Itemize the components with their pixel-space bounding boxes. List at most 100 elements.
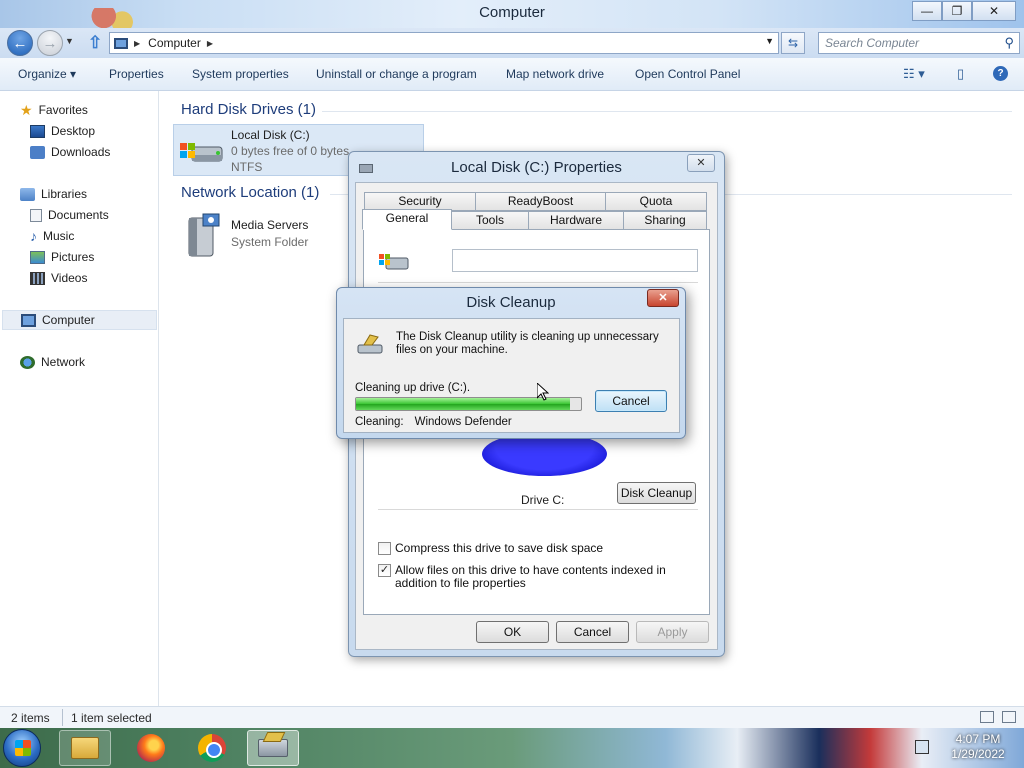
- disk-cleanup-icon: [357, 334, 383, 354]
- help-icon[interactable]: ?: [993, 66, 1008, 81]
- windows-logo-icon: [15, 740, 31, 756]
- ok-button[interactable]: OK: [476, 621, 549, 643]
- nav-libraries[interactable]: Libraries: [20, 184, 87, 204]
- nav-label: Network: [41, 355, 86, 369]
- compress-drive-option[interactable]: Compress this drive to save disk space: [378, 542, 698, 555]
- large-icons-view-icon[interactable]: [1002, 711, 1016, 723]
- cleanup-status-value: Windows Defender: [414, 416, 512, 428]
- system-clock[interactable]: 4:07 PM 1/29/2022: [938, 732, 1018, 762]
- tab-quota[interactable]: Quota: [605, 192, 707, 211]
- network-icon: [20, 355, 35, 369]
- index-files-option[interactable]: ✓ Allow files on this drive to have cont…: [378, 564, 698, 590]
- nav-desktop[interactable]: Desktop: [30, 121, 95, 141]
- arrow-right-icon: →: [42, 34, 58, 52]
- nav-network[interactable]: Network: [20, 352, 85, 372]
- nav-label: Videos: [51, 271, 88, 285]
- properties-close-button[interactable]: ✕: [687, 154, 715, 172]
- folder-icon: [71, 737, 99, 759]
- nav-videos[interactable]: Videos: [30, 268, 87, 288]
- nav-label: Favorites: [38, 103, 88, 117]
- system-properties-command[interactable]: System properties: [192, 67, 289, 81]
- status-bar: 2 items 1 item selected: [0, 706, 1024, 728]
- arrow-left-icon: ←: [12, 34, 28, 52]
- group-header-hard-disk-drives[interactable]: Hard Disk Drives (1): [181, 101, 316, 118]
- network-tray-icon[interactable]: [915, 740, 929, 754]
- breadcrumb-computer[interactable]: Computer: [148, 36, 201, 50]
- search-input[interactable]: Search Computer ⚲: [818, 32, 1020, 54]
- tab-hardware[interactable]: Hardware: [528, 211, 624, 230]
- command-bar: Organize ▾ Properties System properties …: [0, 58, 1024, 91]
- window-controls: — ❐ ✕: [912, 1, 1016, 21]
- computer-icon: [21, 313, 36, 327]
- disk-cleanup-button[interactable]: Disk Cleanup: [617, 482, 696, 504]
- nav-downloads[interactable]: Downloads: [30, 142, 110, 162]
- libraries-icon: [20, 187, 35, 201]
- maximize-button[interactable]: ❐: [942, 1, 972, 21]
- change-view-icon[interactable]: ☷ ▾: [903, 66, 925, 82]
- back-button[interactable]: ←: [7, 30, 33, 56]
- taskbar-explorer[interactable]: [59, 730, 111, 766]
- cleanup-cancel-button[interactable]: Cancel: [595, 390, 667, 412]
- breadcrumb-chevron-icon[interactable]: ▶: [207, 39, 213, 48]
- tab-sharing[interactable]: Sharing: [623, 211, 707, 230]
- desktop-icon: [30, 124, 45, 138]
- search-icon[interactable]: ⚲: [1004, 35, 1014, 51]
- window-title: Computer: [479, 4, 545, 21]
- breadcrumb-separator-icon[interactable]: ▶: [134, 39, 140, 48]
- hard-drive-icon: [379, 254, 409, 270]
- organize-menu[interactable]: Organize ▾: [18, 67, 76, 81]
- nav-label: Downloads: [51, 145, 111, 159]
- drive-name: Local Disk (C:): [231, 128, 310, 142]
- recent-pages-dropdown[interactable]: ▼: [65, 36, 74, 46]
- index-checkbox[interactable]: ✓: [378, 564, 391, 577]
- clock-date: 1/29/2022: [951, 747, 1005, 761]
- nav-favorites[interactable]: ★ Favorites: [20, 100, 88, 120]
- details-view-icon[interactable]: [980, 711, 994, 723]
- taskbar-disk-cleanup[interactable]: [247, 730, 299, 766]
- disk-cleanup-close-button[interactable]: ✕: [647, 289, 679, 307]
- preview-pane-icon[interactable]: ▯: [957, 66, 964, 82]
- address-dropdown-icon[interactable]: ▼: [765, 36, 774, 46]
- nav-documents[interactable]: Documents: [30, 205, 109, 225]
- tab-readyboost[interactable]: ReadyBoost: [475, 192, 606, 211]
- tab-general[interactable]: General: [362, 209, 452, 230]
- taskbar-firefox[interactable]: [125, 730, 177, 766]
- up-arrow-icon[interactable]: ⇧: [88, 33, 106, 53]
- tab-tools[interactable]: Tools: [451, 211, 529, 230]
- drive-free-space: 0 bytes free of 0 bytes: [231, 144, 350, 158]
- disk-cleanup-message: The Disk Cleanup utility is cleaning up …: [396, 331, 659, 356]
- address-bar-row: ← → ▼ ⇧ ▶ Computer ▶ ▼ ⇆ Search Computer…: [0, 28, 1024, 58]
- volume-label-input[interactable]: [452, 249, 698, 272]
- open-control-panel-command[interactable]: Open Control Panel: [635, 67, 740, 81]
- hard-drive-icon: [180, 143, 223, 162]
- close-button[interactable]: ✕: [972, 1, 1016, 21]
- apply-button[interactable]: Apply: [636, 621, 709, 643]
- forward-button[interactable]: →: [37, 30, 63, 56]
- uninstall-program-command[interactable]: Uninstall or change a program: [316, 67, 477, 81]
- selection-count: 1 item selected: [71, 711, 152, 725]
- cleanup-status-label: Cleaning:: [355, 416, 404, 428]
- nav-pictures[interactable]: Pictures: [30, 247, 94, 267]
- map-network-drive-command[interactable]: Map network drive: [506, 67, 604, 81]
- cancel-button[interactable]: Cancel: [556, 621, 629, 643]
- item-count: 2 items: [11, 711, 50, 725]
- taskbar: 4:07 PM 1/29/2022: [0, 728, 1024, 768]
- compress-checkbox[interactable]: [378, 542, 391, 555]
- taskbar-chrome[interactable]: [186, 730, 238, 766]
- group-header-network-location[interactable]: Network Location (1): [181, 184, 319, 201]
- media-server-icon: [188, 213, 220, 257]
- nav-music[interactable]: ♪ Music: [30, 226, 74, 246]
- minimize-button[interactable]: —: [912, 1, 942, 21]
- media-servers-item[interactable]: Media Servers System Folder: [178, 208, 338, 264]
- address-input[interactable]: ▶ Computer ▶ ▼: [109, 32, 779, 54]
- index-label: Allow files on this drive to have conten…: [395, 563, 666, 590]
- documents-icon: [30, 208, 42, 222]
- nav-computer[interactable]: Computer: [2, 310, 157, 330]
- music-icon: ♪: [30, 228, 37, 244]
- nav-label: Music: [43, 229, 75, 243]
- properties-command[interactable]: Properties: [109, 67, 164, 81]
- disk-cleanup-body: The Disk Cleanup utility is cleaning up …: [343, 318, 680, 433]
- refresh-button[interactable]: ⇆: [781, 32, 805, 54]
- start-button[interactable]: [3, 729, 41, 767]
- star-icon: ★: [20, 101, 33, 118]
